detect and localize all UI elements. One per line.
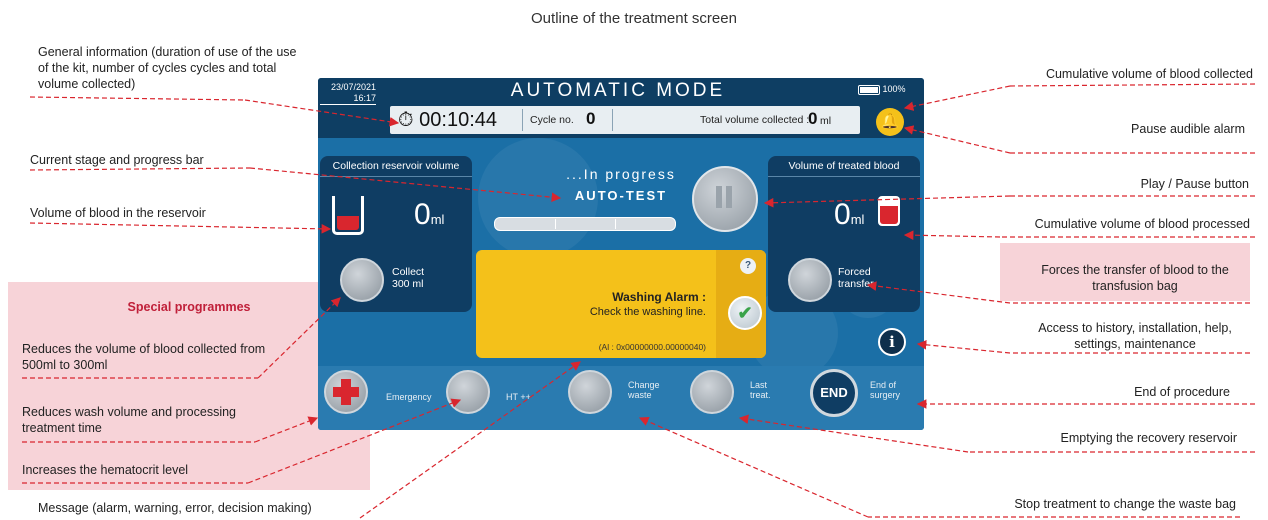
device-screen: 23/07/2021 16:17 AUTOMATIC MODE 100% ⏱ 0… <box>318 78 924 430</box>
collection-reservoir-panel: Collection reservoir volume 0ml Collect … <box>320 156 472 312</box>
alarm-title: Washing Alarm : <box>612 290 706 304</box>
treated-volume-value: 0 <box>834 198 851 231</box>
reservoir-volume-value: 0 <box>414 198 431 231</box>
time: 16:17 <box>353 93 376 103</box>
message-box: Washing Alarm : Check the washing line. … <box>476 250 766 358</box>
battery-icon <box>858 84 880 95</box>
divider <box>522 109 523 131</box>
battery-indicator: 100% <box>858 84 922 95</box>
mode-title: AUTOMATIC MODE <box>510 80 726 101</box>
cycle-label: Cycle no. <box>530 114 574 126</box>
total-volume-unit: ml <box>820 115 832 127</box>
end-surgery-label: End of surgery <box>870 380 901 400</box>
treated-blood-panel: Volume of treated blood 0ml Forced trans… <box>768 156 920 312</box>
ht-plus-label: HT ++ <box>506 392 531 402</box>
pause-icon <box>716 186 722 208</box>
bell-icon: 🔔 <box>880 113 900 130</box>
timer-value: 00:10:44 <box>419 109 498 131</box>
ht-plus-button[interactable] <box>446 370 490 414</box>
elapsed-timer: ⏱ 00:10:44 <box>398 109 497 132</box>
cumulative-processed-annotation: Cumulative volume of blood processed <box>1034 217 1250 231</box>
progress-bar <box>494 217 676 231</box>
reservoir-volume-unit: ml <box>430 212 445 227</box>
collection-reservoir-title: Collection reservoir volume <box>320 156 472 177</box>
date: 23/07/2021 <box>330 82 376 92</box>
message-annotation: Message (alarm, warning, error, decision… <box>38 501 312 515</box>
change-waste-button[interactable] <box>568 370 612 414</box>
alarm-code: (Al : 0x00000000.00000040) <box>598 342 706 352</box>
play-pause-annotation: Play / Pause button <box>1140 177 1249 191</box>
bottom-bar: Emergency HT ++ Change waste Last treat.… <box>318 366 924 430</box>
treated-volume-unit: ml <box>850 212 865 227</box>
pause-icon <box>726 186 732 208</box>
end-procedure-annotation: End of procedure <box>1134 385 1230 399</box>
total-volume-value: 0 <box>808 109 818 128</box>
last-treat-button[interactable] <box>690 370 734 414</box>
battery-level: 100% <box>882 84 906 94</box>
current-stage-annotation: Current stage and progress bar <box>30 153 204 167</box>
reservoir-volume: 0ml <box>414 198 444 232</box>
divider <box>612 109 613 131</box>
forced-transfer-button[interactable] <box>788 258 832 302</box>
play-pause-button[interactable] <box>692 166 758 232</box>
progress-tick <box>615 219 616 229</box>
cross-icon <box>333 387 359 397</box>
total-volume-label: Total volume collected : <box>700 114 810 126</box>
leader-line <box>638 416 869 518</box>
leader-line <box>29 96 246 101</box>
forces-transfer-annotation: Forces the transfer of blood to the tran… <box>1041 263 1229 293</box>
blood-bag-icon <box>878 196 900 226</box>
general-info-annotation: General information (duration of use of … <box>38 45 297 91</box>
pause-alarm-annotation: Pause audible alarm <box>1131 122 1245 136</box>
pause-alarm-button[interactable]: 🔔 <box>876 108 904 136</box>
treated-blood-title: Volume of treated blood <box>768 156 920 177</box>
leader-line <box>29 222 332 234</box>
date-time: 23/07/2021 16:17 <box>320 82 376 105</box>
treated-volume: 0ml <box>834 198 864 232</box>
progress-tick <box>555 219 556 229</box>
change-waste-label: Change waste <box>628 380 660 400</box>
reduces-wash-annotation: Reduces wash volume and processing treat… <box>22 405 237 435</box>
leader-line <box>1009 83 1256 87</box>
status-text: ...In progress <box>566 166 676 182</box>
collect-300-label: Collect 300 ml <box>392 266 425 290</box>
help-icon[interactable]: ? <box>740 258 756 274</box>
info-button[interactable]: i <box>878 328 906 356</box>
last-treat-label: Last treat. <box>750 380 771 400</box>
stopwatch-icon: ⏱ <box>398 109 414 131</box>
leader-line <box>29 167 251 171</box>
cumulative-collected-annotation: Cumulative volume of blood collected <box>1045 67 1253 81</box>
general-info-bar: ⏱ 00:10:44 Cycle no. 0 Total volume coll… <box>390 106 860 134</box>
emptying-annotation: Emptying the recovery reservoir <box>1060 431 1237 445</box>
increases-hct-annotation: Increases the hematocrit level <box>22 463 189 477</box>
volume-reservoir-annotation: Volume of blood in the reservoir <box>30 206 206 220</box>
page-title: Outline of the treatment screen <box>531 10 737 27</box>
alarm-message: Check the washing line. <box>589 306 706 318</box>
special-programmes-heading: Special programmes <box>127 300 251 314</box>
forced-transfer-label: Forced transfer <box>838 266 874 290</box>
reservoir-icon <box>332 196 364 235</box>
end-button[interactable]: END <box>810 369 858 417</box>
reduces-volume-annotation: Reduces the volume of blood collected fr… <box>22 342 266 372</box>
emergency-label: Emergency <box>386 392 432 402</box>
collect-300-button[interactable] <box>340 258 384 302</box>
access-history-annotation: Access to history, installation, help, s… <box>1038 321 1232 351</box>
leader-line <box>916 340 1011 354</box>
emergency-button[interactable] <box>324 370 368 414</box>
cycle-value: 0 <box>586 109 596 128</box>
acknowledge-button[interactable]: ✔ <box>728 296 762 330</box>
stop-treatment-annotation: Stop treatment to change the waste bag <box>1014 497 1236 511</box>
